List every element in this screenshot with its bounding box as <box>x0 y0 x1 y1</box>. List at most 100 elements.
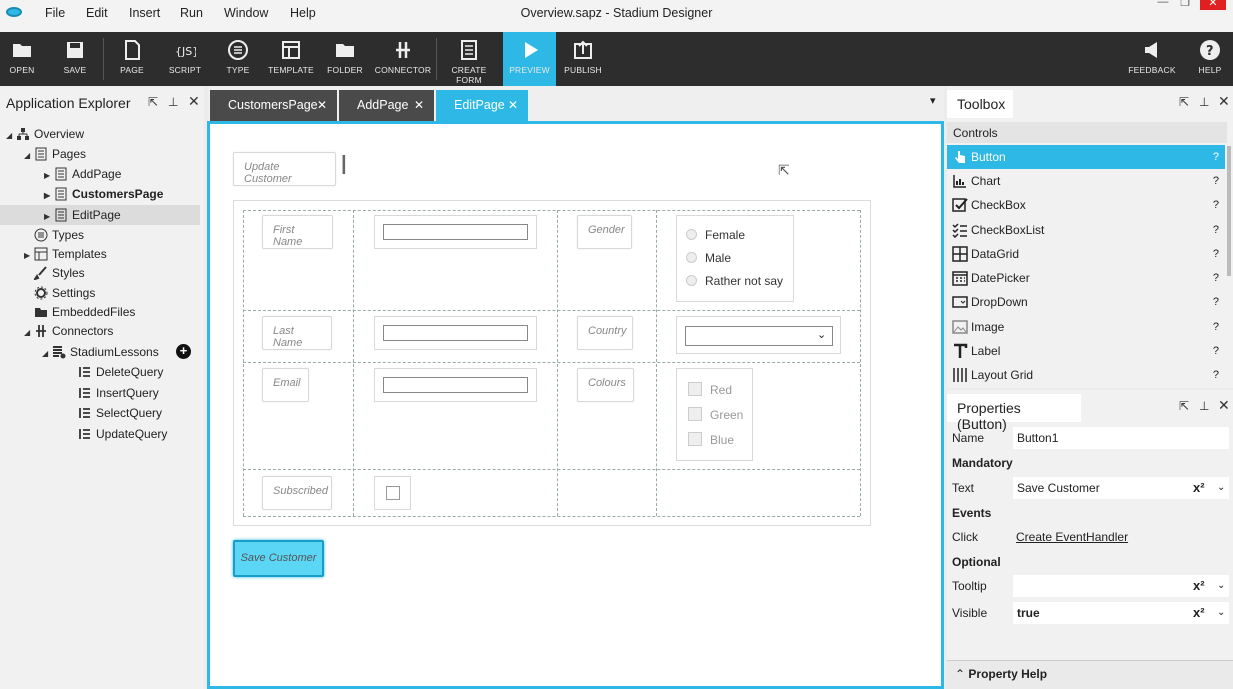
tab-overflow-icon[interactable]: ▾ <box>930 94 936 107</box>
chevron-down-icon[interactable]: ⌄ <box>1217 601 1225 625</box>
tab-editpage[interactable]: EditPage ✕ <box>436 90 528 121</box>
radio-male[interactable]: Male <box>686 251 731 265</box>
toolbox-item-checkbox[interactable]: CheckBox? <box>947 193 1225 217</box>
update-customer-heading[interactable]: Update Customer <box>233 152 336 186</box>
tree-item-editpage[interactable]: ▶ EditPage <box>0 205 200 225</box>
dropdown-box[interactable] <box>685 326 833 346</box>
pin-icon[interactable]: ⊥ <box>168 95 178 109</box>
email-field[interactable] <box>374 368 537 402</box>
help-icon[interactable]: ? <box>1213 266 1219 290</box>
pin-icon[interactable]: ⊥ <box>1199 95 1209 109</box>
close-tab-icon[interactable]: ✕ <box>414 90 424 121</box>
prop-name-input[interactable]: Button1 <box>1013 427 1229 449</box>
toolbox-scrollbar[interactable] <box>1227 146 1231 276</box>
page-button[interactable]: PAGE <box>112 32 152 86</box>
tree-item-addpage[interactable]: ▶ AddPage <box>44 164 121 184</box>
tree-item-embeddedfiles[interactable]: EmbeddedFiles <box>34 302 135 322</box>
help-icon[interactable]: ? <box>1213 339 1219 363</box>
toolbox-item-checkboxlist[interactable]: CheckBoxList? <box>947 218 1225 242</box>
controls-section[interactable]: Controls <box>947 122 1227 143</box>
save-button[interactable]: SAVE <box>55 32 95 86</box>
country-dropdown[interactable]: ⌄ <box>676 316 841 354</box>
help-icon[interactable]: ? <box>1213 145 1219 169</box>
tree-item-insertquery[interactable]: InsertQuery <box>78 383 159 403</box>
radio-rather-not-say[interactable]: Rather not say <box>686 274 783 288</box>
gender-label[interactable]: Gender <box>577 215 632 249</box>
script-button[interactable]: {JS} SCRIPT <box>165 32 205 86</box>
expression-icon[interactable]: x² <box>1193 476 1205 500</box>
country-label[interactable]: Country <box>577 316 633 350</box>
tree-item-connectors[interactable]: ◢ Connectors <box>24 321 113 341</box>
close-panel-icon[interactable]: ✕ <box>188 93 200 110</box>
email-label[interactable]: Email <box>262 368 309 402</box>
toolbox-item-image[interactable]: Image? <box>947 315 1225 339</box>
template-button[interactable]: TEMPLATE <box>266 32 316 86</box>
toolbox-item-chart[interactable]: Chart? <box>947 169 1225 193</box>
toolbox-item-button[interactable]: Button? <box>947 145 1225 169</box>
minimize-icon[interactable]: — <box>1152 0 1174 10</box>
publish-button[interactable]: PUBLISH <box>561 32 605 86</box>
close-tab-icon[interactable]: ✕ <box>508 90 518 121</box>
help-icon[interactable]: ? <box>1213 242 1219 266</box>
subscribed-label[interactable]: Subscribed <box>262 476 332 510</box>
tree-item-stadiumlessons[interactable]: ◢ StadiumLessons + <box>42 342 202 362</box>
checkbox-green[interactable]: Green <box>688 407 743 422</box>
save-customer-button[interactable]: Save Customer <box>233 540 324 577</box>
help-icon[interactable]: ? <box>1213 169 1219 193</box>
feedback-button[interactable]: FEEDBACK <box>1128 32 1176 86</box>
tree-item-deletequery[interactable]: DeleteQuery <box>78 362 163 382</box>
float-icon[interactable]: ⇱ <box>148 95 158 109</box>
close-tab-icon[interactable]: ✕ <box>317 90 327 121</box>
tree-item-selectquery[interactable]: SelectQuery <box>78 403 162 423</box>
folder-button[interactable]: FOLDER <box>325 32 365 86</box>
chevron-down-icon[interactable]: ⌄ <box>1217 476 1225 500</box>
tree-item-settings[interactable]: Settings <box>34 283 95 303</box>
checkbox-blue[interactable]: Blue <box>688 432 734 447</box>
restore-icon[interactable]: ❐ <box>1174 0 1196 10</box>
help-icon[interactable]: ? <box>1213 218 1219 242</box>
tab-customerspage[interactable]: CustomersPage ✕ <box>210 90 337 121</box>
tab-addpage[interactable]: AddPage ✕ <box>339 90 434 121</box>
chevron-down-icon[interactable]: ⌄ <box>1217 574 1225 598</box>
property-help-bar[interactable]: ⌃ Property Help <box>947 660 1233 689</box>
last-name-label[interactable]: Last Name <box>262 316 332 350</box>
help-button[interactable]: ? HELP <box>1190 32 1230 86</box>
float-icon[interactable]: ⇱ <box>1179 399 1189 413</box>
colours-label[interactable]: Colours <box>577 368 634 402</box>
tree-item-customerspage[interactable]: ▶ CustomersPage <box>44 184 163 204</box>
help-icon[interactable]: ? <box>1213 315 1219 339</box>
tree-item-types[interactable]: Types <box>34 225 84 245</box>
tree-item-overview[interactable]: ◢ Overview <box>6 124 84 144</box>
toolbox-item-datagrid[interactable]: DataGrid? <box>947 242 1225 266</box>
tree-item-updatequery[interactable]: UpdateQuery <box>78 424 167 444</box>
open-button[interactable]: OPEN <box>2 32 42 86</box>
pin-icon[interactable]: ⊥ <box>1199 399 1209 413</box>
tree-item-pages[interactable]: ◢ Pages <box>24 144 86 164</box>
close-window-icon[interactable]: ✕ <box>1200 0 1226 10</box>
close-panel-icon[interactable]: ✕ <box>1218 93 1230 110</box>
toolbox-item-label-control[interactable]: Label? <box>947 339 1225 363</box>
subscribed-checkbox[interactable] <box>374 476 411 510</box>
create-eventhandler-link[interactable]: Create EventHandler <box>1016 525 1128 549</box>
toolbox-item-layout-grid[interactable]: Layout Grid? <box>947 363 1225 387</box>
toolbox-item-datepicker[interactable]: DatePicker? <box>947 266 1225 290</box>
help-icon[interactable]: ? <box>1213 290 1219 314</box>
checkbox-red[interactable]: Red <box>688 382 732 397</box>
first-name-label[interactable]: First Name <box>262 215 333 249</box>
first-name-field[interactable] <box>374 215 537 249</box>
tree-item-styles[interactable]: Styles <box>32 263 85 283</box>
connector-button[interactable]: CONNECTOR <box>374 32 432 86</box>
preview-button[interactable]: PREVIEW <box>503 32 556 86</box>
create-form-button[interactable]: CREATE FORM <box>440 32 498 86</box>
expression-icon[interactable]: x² <box>1193 574 1205 598</box>
expression-icon[interactable]: x² <box>1193 601 1205 625</box>
toolbox-item-dropdown[interactable]: DropDown? <box>947 290 1225 314</box>
float-icon[interactable]: ⇱ <box>1179 95 1189 109</box>
tree-item-templates[interactable]: ▶ Templates <box>24 244 107 264</box>
last-name-field[interactable] <box>374 316 537 350</box>
close-panel-icon[interactable]: ✕ <box>1218 397 1230 414</box>
help-icon[interactable]: ? <box>1213 193 1219 217</box>
type-button[interactable]: TYPE <box>218 32 258 86</box>
help-icon[interactable]: ? <box>1213 363 1219 387</box>
radio-female[interactable]: Female <box>686 228 745 242</box>
